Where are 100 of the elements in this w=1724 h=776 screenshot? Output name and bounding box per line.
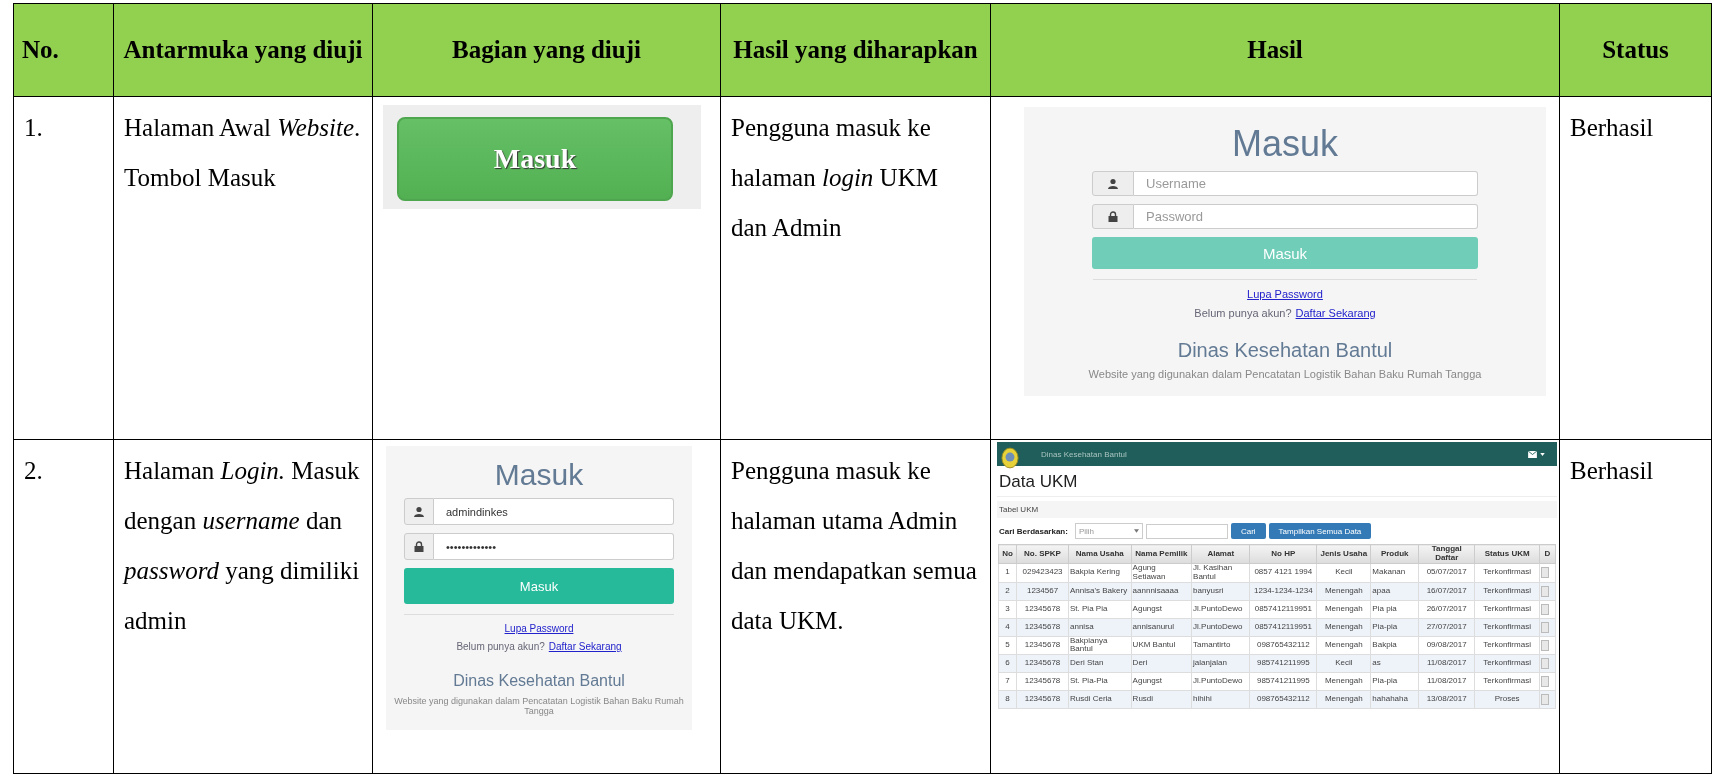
search-button[interactable]: Cari	[1230, 523, 1266, 539]
register-link[interactable]: Daftar Sekarang	[548, 641, 622, 652]
table-cell: Menengah	[1324, 640, 1363, 649]
table-cell: Bakpianya Bantul	[1070, 635, 1108, 654]
table-cell: Jl.PuntoDewo	[1193, 676, 1243, 686]
column-header: Hasil yang diharapkan	[720, 3, 991, 97]
table-cell: Jl.PuntoDewo	[1193, 621, 1243, 631]
table-cell: Annisa's Bakery	[1070, 585, 1128, 595]
table-cell: annisanurul	[1132, 621, 1174, 631]
table-cell: 12345678	[1024, 621, 1061, 631]
table-cell: 1	[1005, 567, 1010, 577]
table-cell: hahahaha	[1372, 694, 1408, 704]
table-cell: jalanjalan	[1193, 658, 1227, 668]
column-header: Produk	[1370, 544, 1419, 564]
table-cell: 12345678	[1024, 640, 1061, 649]
table-cell: 12345678	[1024, 603, 1061, 613]
search-field[interactable]	[1145, 523, 1228, 539]
table-cell-text: Pengguna masuk ke halaman login UKM dan Admin	[731, 114, 938, 241]
column-header: No.	[13, 3, 114, 97]
user-icon	[413, 505, 425, 518]
table-cell: Makanan	[1372, 567, 1406, 577]
table-cell: Pia-pia	[1372, 621, 1398, 631]
table-cell: Proses	[1494, 694, 1520, 704]
table-cell: 4	[1005, 621, 1010, 631]
column-header: Status UKM	[1474, 544, 1540, 564]
table-cell: 27/07/2017	[1426, 621, 1467, 631]
table-cell: Bakpia	[1372, 640, 1397, 649]
password-field[interactable]: Password	[1134, 204, 1478, 229]
site-description: Website yang digunakan dalam Pencatatan Logistik Bahan Baku Rumah Tangga	[394, 696, 684, 716]
lock-icon	[1107, 210, 1119, 223]
table-cell: Terkonfirmasi	[1483, 640, 1531, 649]
show-all-button[interactable]: Tampilkan Semua Data	[1268, 523, 1372, 539]
table-cell: 13/08/2017	[1426, 694, 1467, 704]
table-cell-text: Berhasil	[1570, 457, 1654, 484]
table-cell: Jl. Kasihan Bantul	[1193, 563, 1233, 581]
table-cell: Menengah	[1324, 603, 1363, 613]
column-header: No	[998, 544, 1017, 564]
table-cell: Deri	[1132, 658, 1148, 668]
caret-icon[interactable]	[1540, 452, 1545, 456]
table-cell: 16/07/2017	[1426, 585, 1467, 595]
forgot-password-link[interactable]: Lupa Password	[1247, 288, 1323, 300]
table-cell: 12345678	[1024, 694, 1061, 704]
site-description: Website yang digunakan dalam Pencatatan Logistik Bahan Baku Rumah Tangga	[1087, 368, 1483, 380]
action-button[interactable]	[1541, 567, 1549, 579]
action-button[interactable]	[1541, 676, 1549, 688]
table-cell: 985741211995	[1256, 658, 1310, 668]
table-cell: 098765432112	[1256, 694, 1310, 704]
table-cell-text: Halaman Login. Masuk dengan username dan password yang dimiliki admin	[124, 457, 360, 634]
table-cell: Terkonfirmasi	[1483, 676, 1531, 686]
envelope-icon[interactable]	[1528, 450, 1537, 458]
search-select[interactable]: Pilih	[1074, 523, 1143, 539]
table-cell: 0857412119951	[1254, 603, 1312, 613]
table-cell: 05/07/2017	[1426, 567, 1467, 577]
table-cell: Menengah	[1324, 585, 1363, 595]
register-prompt: Belum punya akun?	[456, 641, 545, 652]
action-button[interactable]	[1541, 621, 1549, 633]
table-cell: apaa	[1372, 585, 1391, 595]
user-icon	[1107, 177, 1119, 190]
emblem-icon	[1001, 447, 1019, 469]
table-cell: 3	[1005, 603, 1010, 613]
forgot-password-link[interactable]: Lupa Password	[504, 623, 574, 634]
table-cell: Pia pia	[1372, 603, 1397, 613]
action-button[interactable]	[1541, 639, 1549, 651]
login-title: Masuk	[1232, 123, 1338, 165]
table-cell: 11/08/2017	[1426, 676, 1467, 686]
username-field[interactable]: admindinkes	[434, 498, 674, 525]
table-cell: Agung Setiawan	[1132, 563, 1166, 581]
table-cell: Terkonfirmasi	[1483, 621, 1531, 631]
table-cell: Kecil	[1335, 567, 1353, 577]
action-button[interactable]	[1541, 603, 1549, 615]
username-field[interactable]: Username	[1134, 171, 1478, 196]
panel-heading: Tabel UKM	[997, 501, 1557, 518]
table-cell: Agungst	[1132, 676, 1162, 686]
action-button[interactable]	[1541, 658, 1549, 670]
table-cell: 029423423	[1022, 567, 1063, 577]
table-cell: Terkonfirmasi	[1483, 658, 1531, 668]
table-cell: aannnisaaaa	[1132, 585, 1179, 595]
table-cell: banyusri	[1193, 585, 1224, 595]
table-cell: Tamantirto	[1193, 640, 1231, 649]
table-cell: Menengah	[1324, 694, 1363, 704]
navbar-brand[interactable]: Dinas Kesehatan Bantul	[1041, 449, 1127, 459]
register-link[interactable]: Daftar Sekarang	[1295, 307, 1376, 319]
table-cell: Jl.PuntoDewo	[1193, 603, 1243, 613]
search-label: Cari Berdasarkan:	[999, 526, 1068, 536]
action-button[interactable]	[1541, 585, 1549, 597]
login-button[interactable]: Masuk	[404, 568, 674, 604]
table-cell: hihihi	[1193, 694, 1212, 704]
column-header: Tanggal Daftar	[1418, 544, 1475, 564]
table-cell-text: Halaman Awal Website. Tombol Masuk	[124, 114, 361, 191]
register-prompt: Belum punya akun?	[1194, 307, 1292, 319]
action-button[interactable]	[1541, 694, 1549, 706]
table-cell-text: Pengguna masuk ke halaman utama Admin dan mendapatkan semua data UKM.	[731, 457, 977, 634]
password-field[interactable]: •••••••••••••	[434, 533, 674, 560]
column-header: Status	[1559, 3, 1712, 97]
table-cell: Terkonfirmasi	[1483, 585, 1531, 595]
table-cell: 0857412119951	[1254, 621, 1312, 631]
login-button[interactable]: Masuk	[397, 117, 673, 201]
table-cell: 098765432112	[1256, 640, 1310, 649]
table-cell: 1234567	[1026, 585, 1059, 595]
column-header: Nama Usaha	[1068, 544, 1132, 564]
